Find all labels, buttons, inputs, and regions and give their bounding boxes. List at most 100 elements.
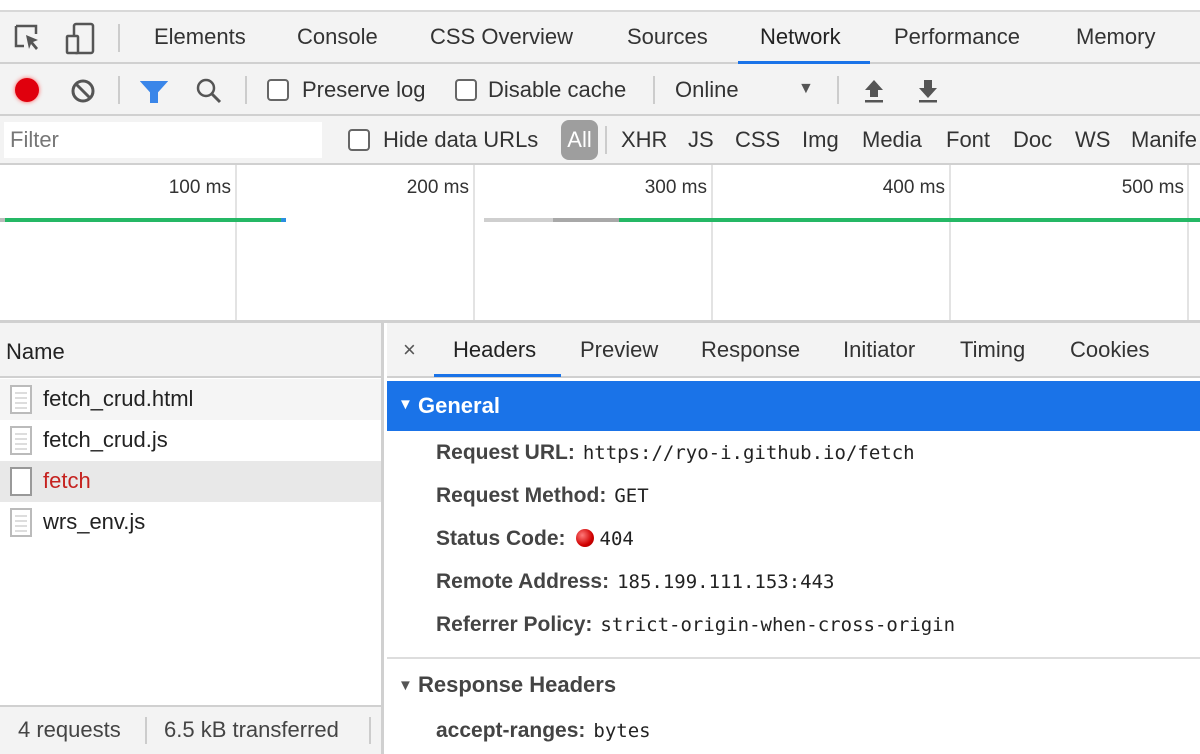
tab-console[interactable]: Console: [297, 24, 378, 50]
network-toolbar: Preserve log Disable cache Online ▼: [0, 64, 1200, 116]
type-filter-ws[interactable]: WS: [1075, 127, 1110, 153]
triangle-down-icon: ▼: [398, 677, 413, 694]
gridline: [473, 165, 475, 320]
request-row-selected[interactable]: fetch: [0, 461, 381, 502]
type-filter-media[interactable]: Media: [862, 127, 922, 153]
header-key: Remote Address:: [436, 570, 610, 593]
tab-headers[interactable]: Headers: [453, 337, 536, 363]
header-key: accept-ranges:: [436, 719, 586, 742]
divider: [245, 76, 247, 104]
tab-cookies[interactable]: Cookies: [1070, 337, 1149, 363]
tab-initiator[interactable]: Initiator: [843, 337, 915, 363]
tab-preview[interactable]: Preview: [580, 337, 658, 363]
type-filter-css[interactable]: CSS: [735, 127, 780, 153]
tab-css-overview[interactable]: CSS Overview: [430, 24, 573, 50]
request-row[interactable]: fetch_crud.html: [0, 379, 381, 420]
timeline-stalled-segment: [552, 218, 620, 222]
record-icon[interactable]: [15, 78, 39, 102]
tab-elements[interactable]: Elements: [154, 24, 246, 50]
tick-label: 500 ms: [1121, 177, 1184, 198]
main-tab-bar: Elements Console CSS Overview Sources Ne…: [0, 10, 1200, 64]
response-headers-section-header[interactable]: ▼ Response Headers: [387, 660, 1200, 710]
request-name: wrs_env.js: [43, 509, 146, 534]
search-icon[interactable]: [195, 77, 223, 105]
transferred-size: 6.5 kB transferred: [164, 717, 339, 742]
header-row-remote-address: Remote Address: 185.199.111.153:443: [436, 570, 834, 594]
preserve-log-checkbox[interactable]: [267, 79, 289, 101]
status-bar: 4 requests 6.5 kB transferred: [0, 705, 381, 754]
tab-response[interactable]: Response: [701, 337, 800, 363]
type-filter-all[interactable]: All: [561, 120, 598, 160]
gridline: [711, 165, 713, 320]
tab-sources[interactable]: Sources: [627, 24, 708, 50]
gridline: [1187, 165, 1189, 320]
blank-document-icon: [10, 467, 32, 496]
timeline-download-segment: [5, 218, 282, 222]
type-filter-xhr[interactable]: XHR: [621, 127, 667, 153]
export-har-icon[interactable]: [916, 78, 940, 104]
divider: [118, 76, 120, 104]
request-row[interactable]: wrs_env.js: [0, 502, 381, 543]
gridline: [949, 165, 951, 320]
divider: [653, 76, 655, 104]
general-title: General: [418, 393, 500, 418]
timeline-download-segment: [619, 218, 1200, 222]
request-name: fetch_crud.js: [43, 427, 168, 452]
clear-icon[interactable]: [70, 78, 96, 104]
tab-timing[interactable]: Timing: [960, 337, 1025, 363]
divider: [605, 126, 607, 154]
header-row-accept-ranges: accept-ranges: bytes: [436, 719, 651, 743]
request-name: fetch_crud.html: [43, 386, 194, 411]
tab-network[interactable]: Network: [760, 24, 841, 50]
filter-icon[interactable]: [140, 80, 168, 104]
inspect-element-icon[interactable]: [14, 24, 44, 54]
status-error-dot-icon: [575, 529, 594, 547]
throttling-value: Online: [675, 77, 739, 102]
gridline: [235, 165, 237, 320]
timeline-queue-segment: [483, 218, 553, 222]
document-icon: [10, 508, 32, 537]
header-value: bytes: [593, 720, 651, 742]
type-filter-manifest[interactable]: Manife: [1131, 127, 1197, 153]
preserve-log-label: Preserve log: [302, 77, 426, 102]
close-icon[interactable]: ×: [403, 337, 416, 363]
type-filter-font[interactable]: Font: [946, 127, 990, 153]
header-key: Request URL:: [436, 441, 575, 464]
import-har-icon[interactable]: [862, 78, 886, 104]
header-value: strict-origin-when-cross-origin: [600, 614, 956, 636]
response-headers-title: Response Headers: [418, 672, 617, 697]
type-filter-img[interactable]: Img: [802, 127, 839, 153]
hide-data-urls-checkbox[interactable]: [348, 129, 370, 151]
header-row-request-url: Request URL: https://ryo-i.github.io/fetc…: [436, 441, 915, 465]
triangle-down-icon: ▼: [398, 396, 413, 413]
hide-data-urls-label: Hide data URLs: [383, 127, 539, 152]
tick-label: 200 ms: [406, 177, 469, 198]
active-tab-indicator: [434, 374, 561, 377]
divider: [145, 717, 147, 744]
tick-label: 400 ms: [882, 177, 945, 198]
type-filter-doc[interactable]: Doc: [1013, 127, 1052, 153]
tick-label: 100 ms: [168, 177, 231, 198]
timeline-overview[interactable]: 100 ms 200 ms 300 ms 400 ms 500 ms: [0, 165, 1200, 323]
document-icon: [10, 385, 32, 414]
document-icon: [10, 426, 32, 455]
name-column-header[interactable]: Name: [0, 323, 381, 378]
details-tab-bar: × Headers Preview Response Initiator Tim…: [387, 323, 1200, 378]
header-key: Request Method:: [436, 484, 607, 507]
divider: [118, 24, 120, 52]
general-section-header[interactable]: ▼ General: [387, 381, 1200, 431]
header-key: Status Code:: [436, 527, 566, 550]
request-row[interactable]: fetch_crud.js: [0, 420, 381, 461]
divider: [369, 717, 371, 744]
type-filter-js[interactable]: JS: [688, 127, 714, 153]
throttling-select[interactable]: Online ▼: [662, 72, 822, 108]
tab-memory[interactable]: Memory: [1076, 24, 1155, 50]
disable-cache-label: Disable cache: [488, 77, 627, 102]
tab-performance[interactable]: Performance: [894, 24, 1020, 50]
request-list: Name fetch_crud.html fetch_crud.js fetch…: [0, 323, 384, 754]
filter-bar: Hide data URLs All XHR JS CSS Img Media …: [0, 116, 1200, 165]
header-row-request-method: Request Method: GET: [436, 484, 649, 508]
device-toolbar-icon[interactable]: [64, 22, 96, 56]
filter-input[interactable]: [4, 122, 322, 158]
disable-cache-checkbox[interactable]: [455, 79, 477, 101]
